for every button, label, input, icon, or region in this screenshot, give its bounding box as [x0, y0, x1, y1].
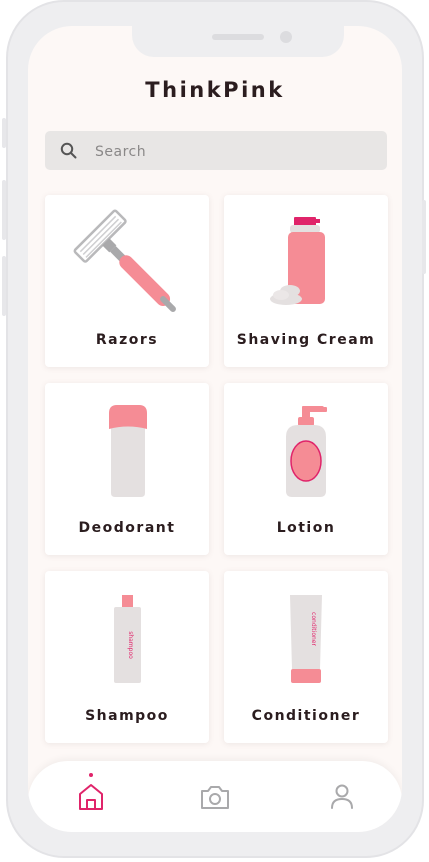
category-label: Razors	[95, 332, 159, 348]
category-label: Conditioner	[251, 708, 361, 724]
volume-down-button	[2, 256, 6, 316]
lotion-icon	[286, 406, 327, 497]
shaving-cream-icon	[270, 217, 325, 305]
app-title: ThinkPink	[145, 78, 285, 102]
profile-icon	[331, 784, 353, 809]
search-bar[interactable]	[45, 131, 387, 172]
front-camera	[280, 31, 292, 43]
category-card-deodorant[interactable]: Deodorant	[45, 383, 209, 555]
nav-home[interactable]	[73, 773, 109, 815]
camera-icon	[201, 786, 229, 809]
notch	[132, 26, 344, 57]
bottom-nav	[28, 761, 402, 832]
category-card-lotion[interactable]: Lotion	[224, 383, 388, 555]
category-label: Deodorant	[78, 520, 176, 536]
category-label: Shaving Cream	[236, 332, 376, 348]
app-screen: ThinkPink Raz	[28, 26, 402, 832]
nav-profile[interactable]	[324, 779, 360, 815]
shampoo-icon: shampoo	[114, 595, 141, 683]
category-card-shaving-cream[interactable]: Shaving Cream	[224, 195, 388, 367]
nav-camera[interactable]	[197, 779, 233, 815]
category-label: Shampoo	[85, 708, 169, 724]
category-label: Lotion	[276, 520, 336, 536]
volume-up-button	[2, 180, 6, 240]
search-icon	[60, 142, 77, 159]
phone-frame: ThinkPink Raz	[2, 0, 426, 858]
razor-icon	[73, 209, 176, 312]
conditioner-icon: conditioner	[290, 595, 322, 683]
home-icon	[79, 784, 103, 810]
deodorant-icon	[109, 405, 147, 497]
category-card-razors[interactable]: Razors	[45, 195, 209, 367]
mute-switch	[2, 118, 6, 148]
category-card-conditioner[interactable]: conditioner Conditioner	[224, 571, 388, 743]
power-button	[422, 200, 426, 274]
active-indicator	[89, 773, 93, 777]
category-card-shampoo[interactable]: shampoo Shampoo	[45, 571, 209, 743]
shampoo-bottle-label: shampoo	[127, 631, 134, 659]
search-input[interactable]	[93, 131, 377, 172]
conditioner-tube-label: conditioner	[310, 612, 317, 646]
speaker-grille	[212, 34, 264, 40]
